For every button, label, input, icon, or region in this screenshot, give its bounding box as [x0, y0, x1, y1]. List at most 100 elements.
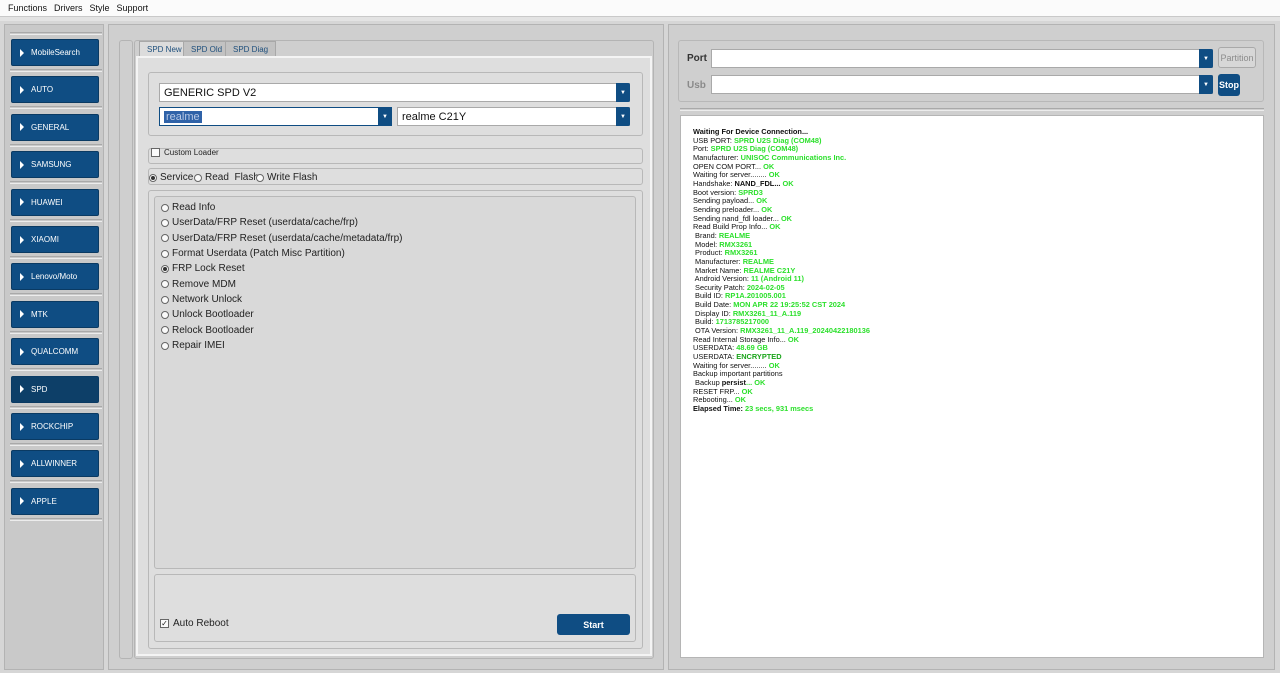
menu-support[interactable]: Support	[117, 3, 149, 13]
usb-select[interactable]: ▼	[711, 75, 1213, 94]
log-value: 2024-02-05	[746, 282, 785, 292]
menu-drivers[interactable]: Drivers	[54, 3, 83, 13]
log-value: REALME	[742, 256, 774, 266]
log-label: Manufacturer:	[693, 152, 741, 162]
sidebar-item-label: XIAOMI	[31, 235, 60, 244]
operation-option[interactable]: FRP Lock Reset	[161, 263, 245, 274]
log-line: Boot version: SPRD3	[693, 188, 1263, 198]
operation-option[interactable]: UserData/FRP Reset (userdata/cache/frp)	[161, 217, 358, 228]
radio-icon[interactable]	[161, 341, 169, 350]
sidebar-item-label: SPD	[31, 384, 48, 394]
radio-icon[interactable]	[161, 218, 169, 227]
tab-spd-diag[interactable]: SPD Diag	[225, 41, 277, 57]
log-label: Waiting For Device Connection...	[693, 127, 809, 136]
sidebar-item-spd[interactable]: SPD	[11, 375, 99, 403]
sidebar-separator	[10, 293, 102, 297]
log-console: Waiting For Device Connection... USB PORT…	[680, 115, 1264, 658]
chevron-down-icon[interactable]: ▼	[378, 107, 392, 126]
mode-read-flash-radio[interactable]: Read Flash	[194, 172, 259, 183]
log-line: Model: RMX3261	[693, 240, 1263, 250]
menu-functions[interactable]: Functions	[8, 3, 47, 13]
sidebar-item-mobilesearch[interactable]: MobileSearch	[11, 39, 99, 66]
radio-icon[interactable]	[256, 173, 264, 182]
operation-option[interactable]: Format Userdata (Patch Misc Partition)	[161, 248, 345, 259]
checkmark-icon[interactable]: ✓	[160, 619, 169, 628]
menu-style[interactable]: Style	[90, 3, 110, 13]
device-select-group	[148, 72, 643, 136]
operation-option[interactable]: Unlock Bootloader	[161, 309, 254, 320]
port-select[interactable]: ▼	[711, 49, 1213, 68]
operation-label: Format Userdata (Patch Misc Partition)	[172, 248, 345, 260]
radio-icon[interactable]	[161, 310, 169, 319]
sidebar-separator	[10, 368, 102, 372]
chevron-down-icon[interactable]: ▼	[616, 107, 630, 126]
operation-option[interactable]: Relock Bootloader	[161, 325, 254, 336]
sidebar-item-apple[interactable]: APPLE	[11, 487, 99, 515]
radio-icon[interactable]	[161, 295, 169, 304]
radio-icon[interactable]	[161, 326, 169, 335]
operation-option[interactable]: Repair IMEI	[161, 340, 225, 351]
checkbox-icon[interactable]	[151, 148, 160, 157]
sidebar-item-auto[interactable]: AUTO	[11, 76, 99, 104]
radio-selected-icon[interactable]	[149, 173, 157, 182]
operation-option[interactable]: Network Unlock	[161, 294, 242, 305]
log-line: Display ID: RMX3261_11_A.119	[693, 308, 1263, 319]
mode-service-radio[interactable]: Service	[149, 172, 193, 183]
radio-icon[interactable]	[194, 173, 202, 182]
radio-icon[interactable]	[161, 249, 169, 258]
log-label: Product:	[693, 248, 725, 258]
radio-icon[interactable]	[161, 234, 169, 243]
auto-reboot-checkbox[interactable]: ✓ Auto Reboot	[160, 618, 229, 629]
sidebar-item-xiaomi[interactable]: XIAOMI	[11, 226, 99, 253]
sidebar-item-allwinner[interactable]: ALLWINNER	[11, 450, 99, 478]
caret-right-icon	[20, 310, 24, 319]
operation-option[interactable]: Read Info	[161, 202, 215, 213]
sidebar-item-qualcomm[interactable]: QUALCOMM	[11, 338, 99, 366]
log-label: Build Date:	[693, 300, 734, 310]
model-select[interactable]: realme C21Y ▼	[397, 107, 630, 126]
stop-button[interactable]: Stop	[1218, 74, 1240, 96]
caret-right-icon	[20, 198, 24, 207]
operation-label: Repair IMEI	[172, 340, 225, 352]
sidebar-item-huawei[interactable]: HUAWEI	[11, 188, 99, 216]
tab-spd-old[interactable]: SPD Old	[183, 41, 231, 57]
sidebar-item-mtk[interactable]: MTK	[11, 300, 99, 328]
sidebar-item-rockchip[interactable]: ROCKCHIP	[11, 413, 99, 440]
operation-label: Remove MDM	[172, 278, 236, 290]
sidebar-separator	[10, 330, 102, 334]
log-value: OK	[768, 360, 780, 370]
sidebar-item-label: MTK	[31, 309, 48, 319]
log-value: OK	[761, 204, 773, 214]
radio-icon[interactable]	[161, 280, 169, 289]
model-profile-select[interactable]: GENERIC SPD V2 ▼	[159, 83, 630, 102]
port-label: Port	[687, 53, 707, 64]
start-button[interactable]: Start	[557, 614, 630, 635]
operation-option[interactable]: Remove MDM	[161, 279, 236, 290]
log-value: UNISOC Communications Inc.	[740, 152, 847, 162]
sidebar-item-samsung[interactable]: SAMSUNG	[11, 151, 99, 179]
radio-selected-icon[interactable]	[161, 264, 169, 273]
log-label: Sending nand_fdl loader...	[693, 213, 781, 223]
caret-right-icon	[20, 459, 24, 468]
operation-option[interactable]: UserData/FRP Reset (userdata/cache/metad…	[161, 233, 402, 244]
custom-loader-checkbox[interactable]: Custom Loader	[151, 148, 219, 157]
sidebar-item-lenovo-moto[interactable]: Lenovo/Moto	[11, 263, 99, 291]
log-value: 11 (Android 11)	[750, 274, 804, 284]
brand-select[interactable]: realme ▼	[159, 107, 392, 126]
sidebar-separator	[10, 480, 102, 484]
log-label: Market Name:	[693, 265, 744, 275]
log-label: Display ID:	[693, 308, 733, 318]
log-value: persist	[721, 378, 747, 388]
radio-icon[interactable]	[161, 203, 169, 212]
chevron-down-icon[interactable]: ▼	[1199, 49, 1213, 68]
brand-value: realme	[164, 110, 202, 123]
sidebar-separator	[10, 143, 102, 147]
chevron-down-icon[interactable]: ▼	[616, 83, 630, 102]
partition-button[interactable]: Partition	[1218, 47, 1256, 68]
mode-write-flash-radio[interactable]: Write Flash	[256, 172, 317, 183]
caret-right-icon	[20, 160, 24, 169]
sidebar-item-general[interactable]: GENERAL	[11, 113, 99, 141]
log-label: Security Patch:	[693, 282, 747, 292]
chevron-down-icon[interactable]: ▼	[1199, 75, 1213, 94]
mode-service-label: Service	[160, 172, 194, 183]
